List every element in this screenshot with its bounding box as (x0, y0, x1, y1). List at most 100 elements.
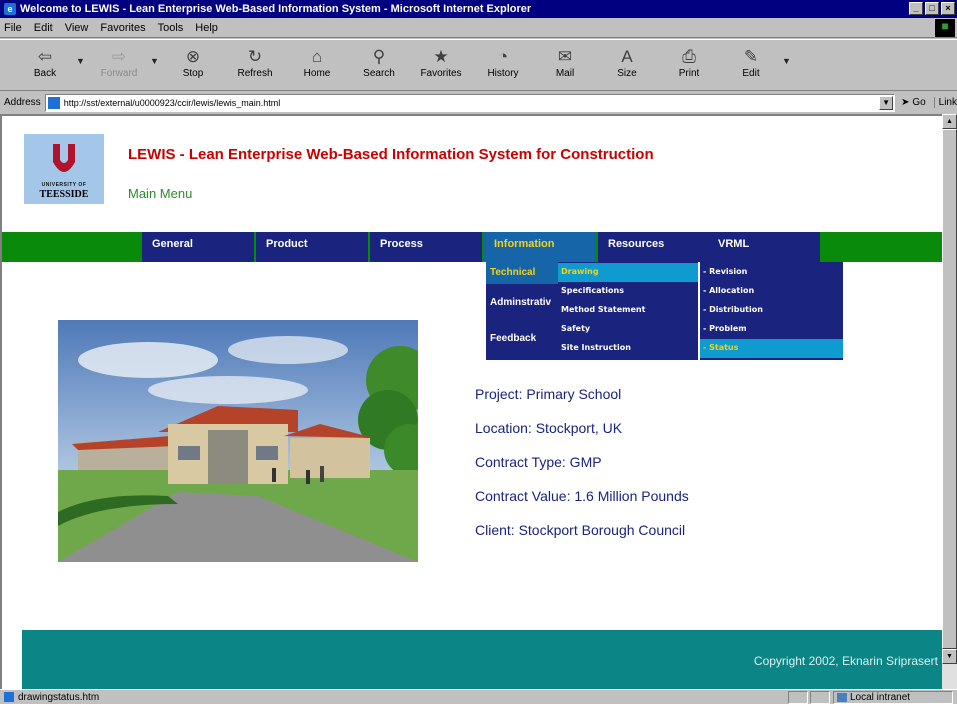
submenu-safety[interactable]: Safety (558, 320, 698, 339)
nav-process[interactable]: Process (370, 232, 482, 262)
ie-icon: e (4, 3, 16, 15)
contract-type: Contract Type: GMP (475, 454, 602, 470)
close-button[interactable]: × (941, 2, 955, 15)
logo-teesside-text: TEESSIDE (39, 189, 89, 200)
search-button[interactable]: ⚲ Search (348, 40, 410, 90)
main-nav: General Product Process Information Reso… (2, 232, 942, 262)
nav-resources[interactable]: Resources (598, 232, 710, 262)
submenu-revision[interactable]: - Revision (700, 263, 843, 282)
page-title: LEWIS - Lean Enterprise Web-Based Inform… (128, 146, 654, 163)
forward-button[interactable]: ⇨ Forward (88, 40, 150, 90)
university-logo: UNIVERSITY OF TEESSIDE (24, 134, 104, 204)
address-url: http://sst/external/u0000923/ccir/lewis/… (63, 97, 281, 108)
status-bar: drawingstatus.htm Local intranet (0, 689, 957, 704)
submenu-drawing-items: - Revision - Allocation - Distribution -… (700, 262, 843, 360)
submenu-administrative[interactable]: Adminstrativ (490, 297, 551, 308)
edit-icon: ✎ (743, 47, 759, 66)
home-button[interactable]: ⌂ Home (286, 40, 348, 90)
page-footer: Copyright 2002, Eknarin Sriprasert (22, 630, 942, 689)
history-icon: ◔ (497, 47, 509, 66)
refresh-icon: ↻ (247, 47, 263, 66)
history-button[interactable]: ◔ History (472, 40, 534, 90)
mail-icon: ✉ (557, 47, 573, 66)
submenu-allocation[interactable]: - Allocation (700, 282, 843, 301)
toolbar: ⇦ Back ▼ ⇨ Forward ▼ ⊗ Stop ↻ Refresh ⌂ Home … (0, 39, 957, 91)
contract-value: Contract Value: 1.6 Million Pounds (475, 488, 689, 504)
edit-button[interactable]: ✎ Edit (720, 40, 782, 90)
address-dropdown[interactable]: ▼ (879, 95, 894, 110)
forward-dropdown[interactable]: ▼ (150, 40, 162, 66)
window-title: Welcome to LEWIS - Lean Enterprise Web-B… (20, 3, 532, 15)
submenu-status[interactable]: - Status (700, 339, 843, 358)
submenu-distribution[interactable]: - Distribution (700, 301, 843, 320)
address-label: Address (4, 97, 41, 108)
submenu-technical[interactable]: Technical (490, 267, 535, 278)
window-titlebar: e Welcome to LEWIS - Lean Enterprise Web… (0, 0, 957, 18)
menubar: File Edit View Favorites Tools Help ■ (0, 18, 957, 38)
submenu-problem[interactable]: - Problem (700, 320, 843, 339)
minimize-button[interactable]: _ (909, 2, 923, 15)
zone-label: Local intranet (850, 692, 911, 703)
nav-vrml[interactable]: VRML (708, 232, 820, 262)
vertical-scrollbar[interactable]: ▲ ▼ (942, 114, 957, 689)
go-button[interactable]: ➤ Go (901, 97, 926, 108)
submenu-categories: Technical Adminstrativ Feedback (486, 262, 558, 360)
submenu-site-instruction[interactable]: Site Instruction (558, 339, 698, 358)
edit-dropdown[interactable]: ▼ (782, 40, 794, 66)
status-panel-1 (788, 691, 808, 704)
links-button[interactable]: Link (933, 97, 957, 108)
page-subtitle: Main Menu (128, 186, 193, 201)
mail-button[interactable]: ✉ Mail (534, 40, 596, 90)
project-location: Location: Stockport, UK (475, 420, 623, 436)
menu-file[interactable]: File (4, 22, 22, 34)
favorites-icon: ★ (433, 47, 449, 66)
intranet-icon (837, 693, 847, 702)
scroll-down-button[interactable]: ▼ (942, 649, 957, 664)
status-text: drawingstatus.htm (18, 691, 100, 703)
menu-edit[interactable]: Edit (34, 22, 53, 34)
logo-university-text: UNIVERSITY OF (41, 182, 87, 188)
back-button[interactable]: ⇦ Back (14, 40, 76, 90)
print-icon: ⎙ (682, 47, 696, 66)
refresh-button[interactable]: ↻ Refresh (224, 40, 286, 90)
print-button[interactable]: ⎙ Print (658, 40, 720, 90)
stop-icon: ⊗ (185, 47, 201, 66)
menu-favorites[interactable]: Favorites (100, 22, 145, 34)
project-name: Project: Primary School (475, 386, 622, 402)
font-size-icon: A (621, 47, 633, 66)
menu-tools[interactable]: Tools (158, 22, 184, 34)
menu-view[interactable]: View (65, 22, 89, 34)
forward-icon: ⇨ (111, 47, 127, 66)
submenu-specifications[interactable]: Specifications (558, 282, 698, 301)
submenu-feedback[interactable]: Feedback (490, 333, 536, 344)
submenu-technical-items: Drawing Specifications Method Statement … (558, 262, 698, 360)
favorites-button[interactable]: ★ Favorites (410, 40, 472, 90)
client: Client: Stockport Borough Council (475, 522, 686, 538)
copyright: Copyright 2002, Eknarin Sriprasert (753, 654, 938, 668)
nav-product[interactable]: Product (256, 232, 368, 262)
back-icon: ⇦ (37, 47, 53, 66)
scroll-up-button[interactable]: ▲ (942, 114, 957, 129)
size-button[interactable]: A Size (596, 40, 658, 90)
page-status-icon (4, 692, 14, 702)
status-panel-2 (810, 691, 830, 704)
address-input[interactable]: http://sst/external/u0000923/ccir/lewis/… (44, 93, 896, 112)
building-image (58, 320, 418, 562)
maximize-button[interactable]: □ (925, 2, 939, 15)
page-icon (47, 96, 60, 109)
menu-help[interactable]: Help (195, 22, 218, 34)
home-icon: ⌂ (311, 47, 323, 66)
page-viewport: UNIVERSITY OF TEESSIDE LEWIS - Lean Ente… (0, 114, 942, 689)
windows-logo-icon: ■ (935, 19, 955, 37)
back-dropdown[interactable]: ▼ (76, 40, 88, 66)
scroll-thumb[interactable] (942, 129, 957, 649)
address-bar: Address http://sst/external/u0000923/cci… (0, 92, 957, 113)
security-zone: Local intranet (833, 691, 953, 704)
stop-button[interactable]: ⊗ Stop (162, 40, 224, 90)
submenu-method-statement[interactable]: Method Statement (558, 301, 698, 320)
nav-information[interactable]: Information (484, 232, 596, 262)
teesside-logo-icon (53, 144, 75, 172)
search-icon: ⚲ (372, 47, 386, 66)
submenu-drawing[interactable]: Drawing (558, 263, 698, 282)
nav-general[interactable]: General (142, 232, 254, 262)
